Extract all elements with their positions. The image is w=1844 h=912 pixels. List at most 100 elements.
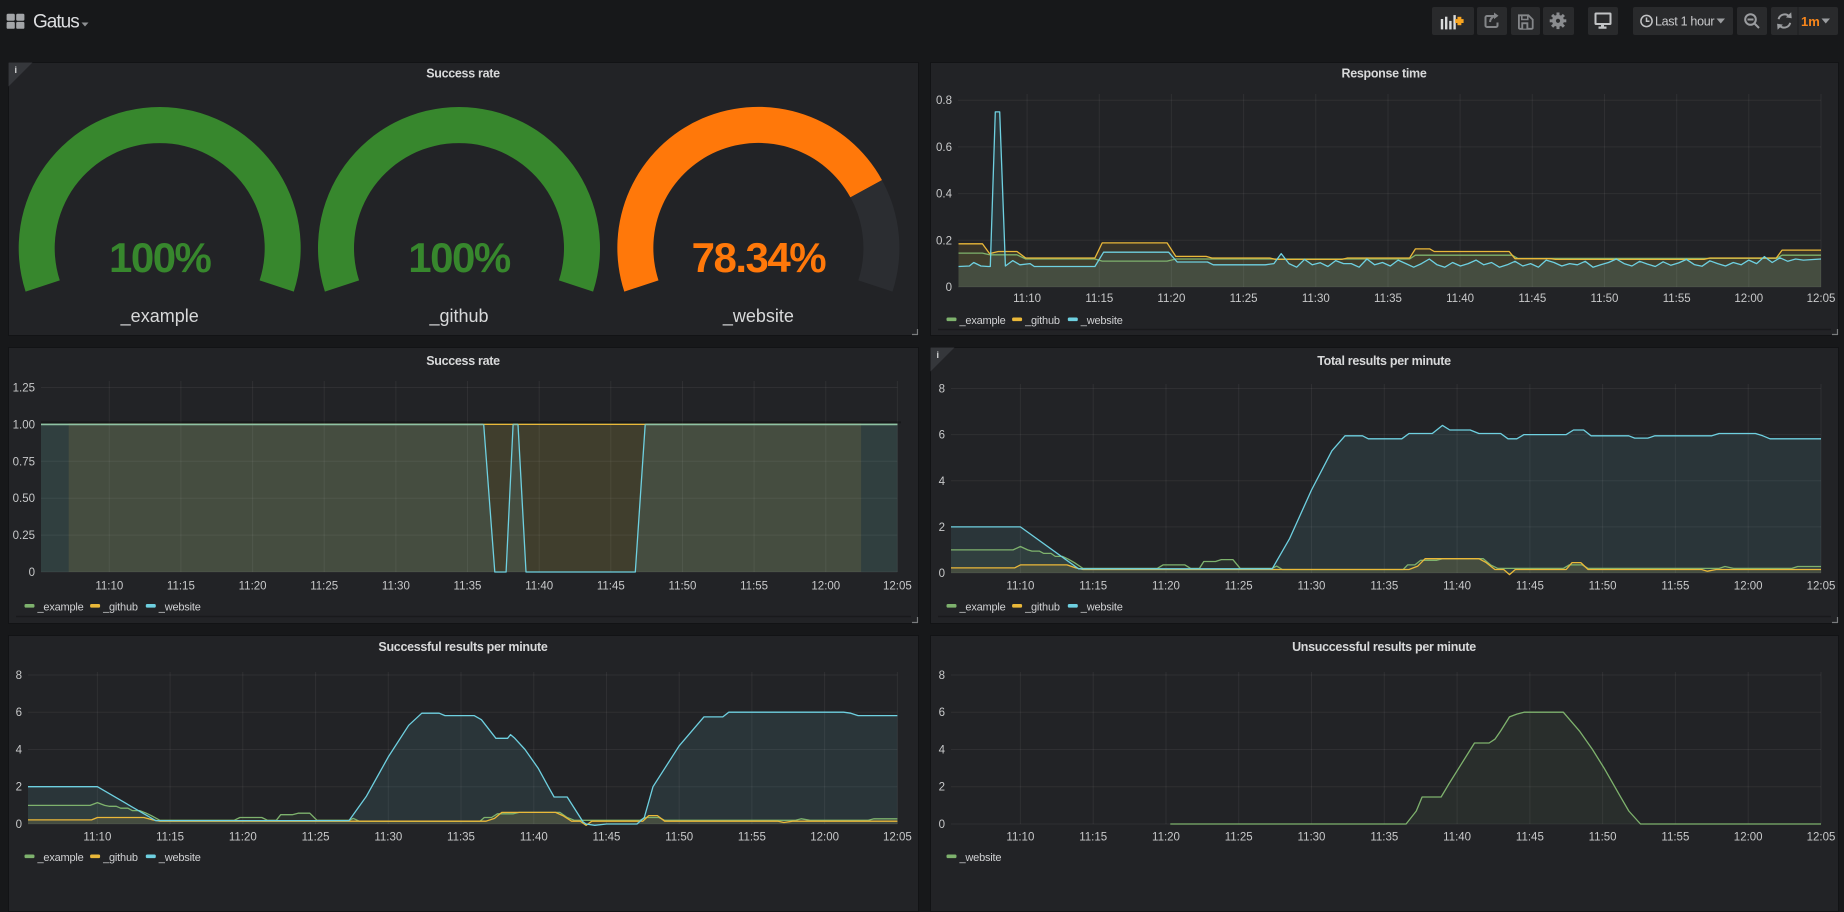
svg-text:Success rate: Success rate [426,354,500,368]
svg-text:12:00: 12:00 [1734,832,1763,844]
svg-text:_example: _example [37,852,84,864]
svg-text:12:00: 12:00 [1734,293,1763,305]
svg-text:_github: _github [1024,315,1060,327]
svg-text:1.25: 1.25 [13,383,35,395]
svg-text:11:40: 11:40 [1443,581,1471,593]
svg-text:11:50: 11:50 [665,832,693,844]
svg-text:_website: _website [722,306,794,327]
svg-text:11:30: 11:30 [1298,581,1326,593]
svg-text:11:40: 11:40 [1446,293,1474,305]
svg-text:100%: 100% [109,234,212,281]
svg-text:11:35: 11:35 [447,832,475,844]
svg-text:12:05: 12:05 [1807,832,1836,844]
svg-text:12:05: 12:05 [883,581,912,593]
svg-text:_example: _example [959,315,1006,327]
svg-text:11:15: 11:15 [1079,832,1107,844]
svg-text:_website: _website [158,602,201,614]
svg-text:8: 8 [939,670,945,682]
svg-text:11:10: 11:10 [83,832,111,844]
svg-text:_github: _github [428,306,488,327]
svg-text:0.25: 0.25 [13,530,35,542]
svg-text:12:00: 12:00 [810,832,839,844]
svg-text:11:35: 11:35 [1370,832,1398,844]
svg-text:11:55: 11:55 [1661,832,1689,844]
svg-text:11:45: 11:45 [1518,293,1546,305]
svg-text:4: 4 [939,745,946,757]
svg-text:11:15: 11:15 [167,581,195,593]
svg-text:11:30: 11:30 [374,832,402,844]
svg-text:11:50: 11:50 [669,581,697,593]
svg-text:_github: _github [1024,602,1060,614]
svg-text:11:25: 11:25 [1225,581,1253,593]
svg-text:11:55: 11:55 [1661,581,1689,593]
svg-text:11:20: 11:20 [229,832,257,844]
svg-text:0.2: 0.2 [936,235,952,247]
svg-text:11:40: 11:40 [1443,832,1471,844]
svg-text:4: 4 [16,745,23,757]
svg-text:i: i [15,65,18,75]
svg-text:11:45: 11:45 [593,832,621,844]
svg-text:_website: _website [1080,602,1123,614]
svg-text:2: 2 [939,782,945,794]
svg-text:11:55: 11:55 [738,832,766,844]
svg-text:11:35: 11:35 [1370,581,1398,593]
svg-text:Response time: Response time [1341,67,1426,81]
svg-text:11:25: 11:25 [302,832,330,844]
svg-text:11:10: 11:10 [1006,832,1034,844]
svg-text:11:40: 11:40 [520,832,548,844]
svg-text:0: 0 [939,819,945,831]
svg-text:Success rate: Success rate [426,67,500,81]
svg-text:12:05: 12:05 [883,832,912,844]
svg-text:_example: _example [120,306,199,327]
svg-text:11:10: 11:10 [1006,581,1034,593]
svg-text:12:05: 12:05 [1807,293,1836,305]
svg-text:6: 6 [939,430,945,442]
svg-text:11:25: 11:25 [310,581,338,593]
svg-text:11:25: 11:25 [1225,832,1253,844]
svg-text:1.00: 1.00 [13,419,35,431]
svg-text:11:55: 11:55 [1663,293,1691,305]
svg-text:11:10: 11:10 [95,581,123,593]
svg-text:11:45: 11:45 [1516,832,1544,844]
svg-text:_website: _website [1080,315,1123,327]
svg-text:0.6: 0.6 [936,142,952,154]
svg-text:11:10: 11:10 [1013,293,1041,305]
svg-text:0: 0 [29,567,35,579]
svg-text:_example: _example [959,602,1006,614]
svg-text:11:15: 11:15 [1079,581,1107,593]
svg-text:11:55: 11:55 [740,581,768,593]
svg-text:11:50: 11:50 [1589,581,1617,593]
svg-text:_github: _github [102,852,138,864]
svg-text:11:30: 11:30 [382,581,410,593]
svg-text:11:45: 11:45 [597,581,625,593]
svg-text:11:30: 11:30 [1298,832,1326,844]
svg-text:0.75: 0.75 [13,456,35,468]
svg-text:11:20: 11:20 [239,581,267,593]
svg-text:11:25: 11:25 [1230,293,1258,305]
svg-text:_website: _website [959,852,1002,864]
svg-text:8: 8 [939,384,945,396]
svg-text:2: 2 [939,522,945,534]
svg-text:0: 0 [939,568,945,580]
svg-text:11:20: 11:20 [1152,581,1180,593]
svg-text:11:40: 11:40 [525,581,553,593]
svg-text:Total results per minute: Total results per minute [1317,354,1451,368]
svg-text:100%: 100% [408,234,511,281]
svg-text:_github: _github [102,602,138,614]
svg-text:Successful results per minute: Successful results per minute [378,640,547,654]
svg-text:i: i [937,350,940,360]
svg-text:11:50: 11:50 [1589,832,1617,844]
svg-text:11:35: 11:35 [454,581,482,593]
svg-text:_website: _website [158,852,201,864]
svg-text:0.50: 0.50 [13,493,35,505]
svg-text:11:50: 11:50 [1591,293,1619,305]
svg-text:11:35: 11:35 [1374,293,1402,305]
svg-text:0: 0 [16,819,22,831]
svg-text:Unsuccessful results per minut: Unsuccessful results per minute [1292,640,1476,654]
svg-text:0: 0 [946,282,952,294]
svg-text:11:15: 11:15 [1085,293,1113,305]
svg-text:_example: _example [37,602,84,614]
svg-text:6: 6 [16,707,22,719]
svg-text:12:00: 12:00 [1734,581,1763,593]
svg-text:2: 2 [16,782,22,794]
